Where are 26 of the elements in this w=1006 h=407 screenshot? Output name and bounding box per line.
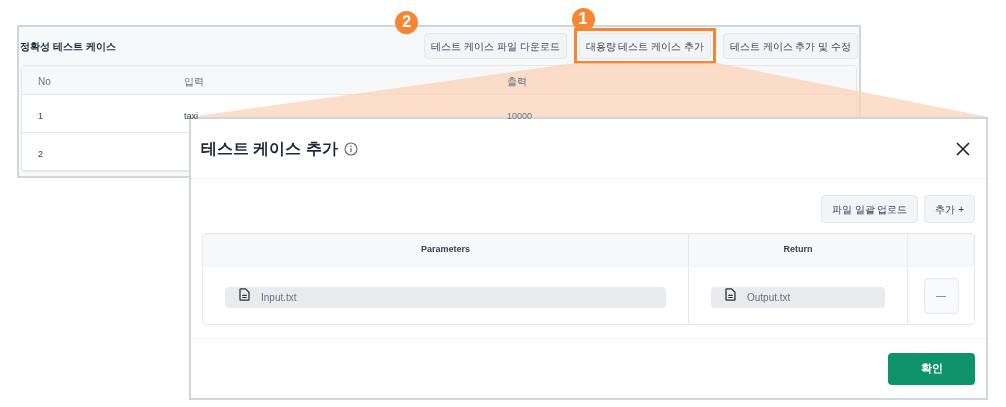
file-icon xyxy=(239,287,250,301)
step-badge: 2 xyxy=(395,10,419,34)
action-button[interactable]: 추가 + xyxy=(924,195,975,223)
toolbar-button[interactable]: 테스트 케이스 추가 및 수정 xyxy=(722,33,858,60)
table-cell: 1 xyxy=(38,110,43,121)
column-header: Return xyxy=(783,243,813,257)
confirm-button[interactable]: 확인 xyxy=(888,352,975,385)
table-cell: 10000 xyxy=(507,110,533,121)
toolbar-button[interactable]: 대용량 테스트 케이스 추가 xyxy=(578,33,711,60)
column-header: 출력 xyxy=(507,76,527,87)
modal-title: 테스트 케이스 추가 xyxy=(201,138,338,159)
file-icon xyxy=(725,287,736,301)
input-file-field[interactable]: Input.txt xyxy=(225,286,666,308)
action-button[interactable]: 파일 일괄 업로드 xyxy=(820,195,919,223)
panel-title: 정확성 테스트 케이스 xyxy=(19,39,116,54)
table-cell: 2 xyxy=(38,148,43,159)
close-icon[interactable] xyxy=(956,141,970,156)
info-icon[interactable] xyxy=(343,141,358,156)
table-cell: taxi xyxy=(184,110,198,121)
toolbar-button[interactable]: 테스트 케이스 파일 다운로드 xyxy=(424,33,567,60)
step-badge: 1 xyxy=(571,7,595,31)
column-header: 입력 xyxy=(184,76,204,87)
remove-button[interactable]: — xyxy=(923,277,959,314)
column-header: No xyxy=(38,76,51,87)
column-header: Parameters xyxy=(420,243,470,257)
output-file-field[interactable]: Output.txt xyxy=(711,286,885,308)
